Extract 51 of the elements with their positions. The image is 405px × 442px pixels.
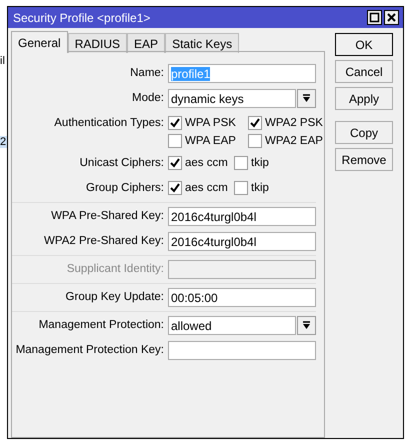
checkbox-label: tkip [251,157,269,169]
dropdown-field[interactable]: allowed [168,316,296,335]
input-field[interactable]: 2016c4turgl0b4l [168,232,316,251]
field-label: Authentication Types: [53,116,164,131]
tab[interactable]: General [11,31,68,53]
input-field[interactable] [168,341,316,360]
checkbox[interactable] [168,181,182,195]
field-label: Unicast Ciphers: [78,156,164,171]
checkbox-label: WPA2 PSK [265,117,323,129]
checkbox-label: WPA EAP [185,135,236,147]
checkbox[interactable] [168,134,182,148]
field-label: Group Ciphers: [85,181,164,196]
field-label: Management Protection Key: [14,343,164,358]
field-value: 2016c4turgl0b4l [171,210,256,224]
field-value: profile1 [171,66,210,80]
checkbox-label: WPA2 EAP [265,135,323,147]
checkbox-label: tkip [251,182,269,194]
input-field[interactable]: 2016c4turgl0b4l [168,207,316,226]
dialog-button[interactable]: Cancel [335,60,393,83]
checkbox[interactable] [168,116,182,130]
field-label: Group Key Update: [64,290,164,305]
checkbox-label: aes ccm [185,157,228,169]
close-icon[interactable] [384,10,399,25]
checkbox[interactable] [248,116,262,130]
dialog-button[interactable]: Apply [335,87,393,110]
dialog-button[interactable]: OK [335,33,393,56]
checkbox[interactable] [234,156,248,170]
tab[interactable]: RADIUS [68,33,128,53]
field-label: WPA2 Pre-Shared Key: [43,234,164,249]
tab[interactable]: Static Keys [165,33,240,53]
field-label: WPA Pre-Shared Key: [50,209,164,224]
field-label: Management Protection: [38,318,164,333]
checkbox[interactable] [168,156,182,170]
checkbox-label: aes ccm [185,182,228,194]
input-field[interactable]: 00:05:00 [168,288,316,307]
field-label: Supplicant Identity: [66,262,164,277]
dialog-button[interactable]: Copy [335,121,393,144]
checkbox-label: WPA PSK [185,117,236,129]
checkbox[interactable] [248,134,262,148]
input-field[interactable] [168,260,316,279]
field-label: Name: [129,66,164,81]
maximize-icon[interactable] [367,10,382,25]
field-label: Mode: [131,91,164,106]
background-text: il [0,55,5,67]
tab[interactable]: EAP [127,33,166,53]
dialog-button[interactable]: Remove [335,148,393,171]
window-title: Security Profile <profile1> [13,10,150,24]
checkbox[interactable] [234,181,248,195]
field-value: 00:05:00 [171,290,218,304]
field-value: 2016c4turgl0b4l [171,234,256,248]
dropdown-field[interactable]: dynamic keys [168,89,296,108]
